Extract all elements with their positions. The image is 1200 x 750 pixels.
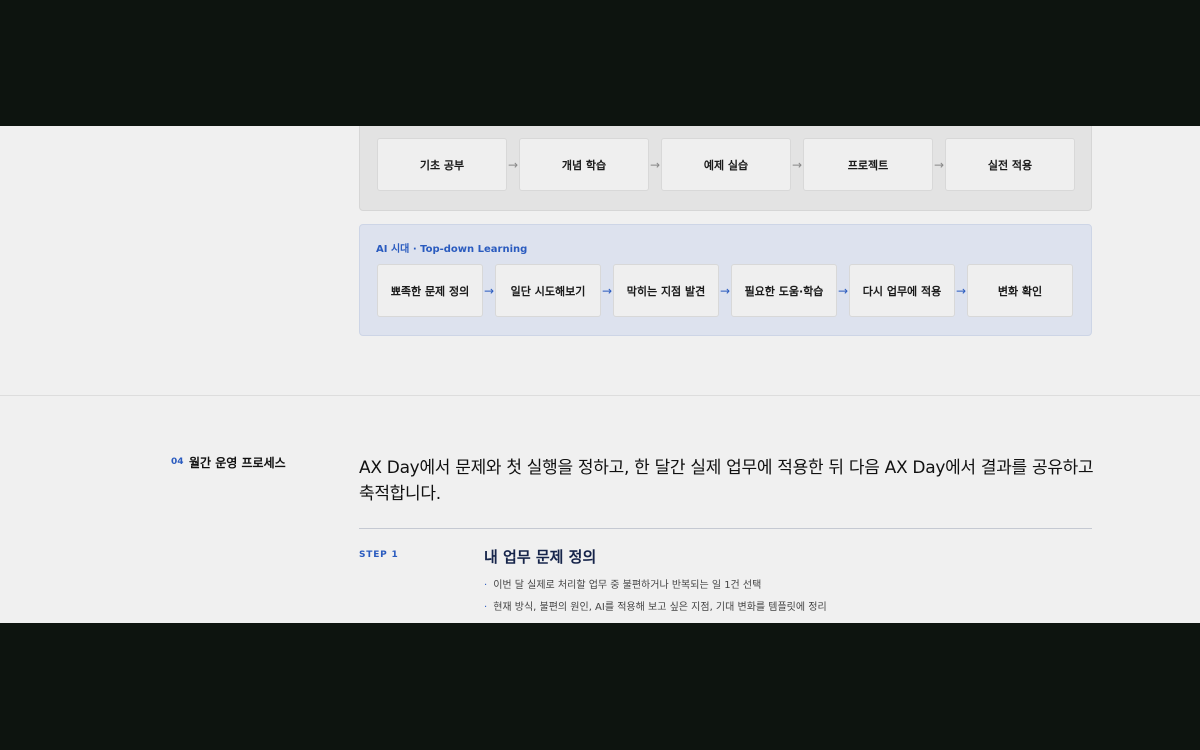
list-item: · 이번 달 실제로 처리할 업무 중 불편하거나 반복되는 일 1건 선택 [484,575,827,597]
ai-flow-title: AI 시대 · Top-down Learning [376,244,528,255]
ai-flow-row: 뾰족한 문제 정의 → 일단 시도해보기 → 막히는 지점 발견 → 필요한 도… [377,264,1073,317]
bullet-dot-icon: · [484,580,488,591]
section-title: 월간 운영 프로세스 [189,456,286,470]
traditional-flow-box: 기초 공부 → 개념 학습 → 예제 실습 → 프로젝트 → 실전 적용 [359,126,1092,211]
ai-step-card: 막히는 지점 발견 [613,264,719,317]
step-bullet-list: · 이번 달 실제로 처리할 업무 중 불편하거나 반복되는 일 1건 선택 · 현… [484,575,827,619]
section-divider [0,395,1200,396]
section-headline: AX Day에서 문제와 첫 실행을 정하고, 한 달간 실제 업무에 적용한 … [359,458,1094,504]
ai-step-card: 뾰족한 문제 정의 [377,264,483,317]
page-viewport[interactable]: 기초 공부 → 개념 학습 → 예제 실습 → 프로젝트 → 실전 적용 AI … [0,126,1200,623]
arrow-right-icon: → [837,283,849,298]
arrow-right-icon: → [601,283,613,298]
ai-step-card: 필요한 도움·학습 [731,264,837,317]
ai-step-card: 다시 업무에 적용 [849,264,955,317]
ai-step-card: 일단 시도해보기 [495,264,601,317]
letterbox-bottom [0,623,1200,750]
bullet-text: 현재 방식, 불편의 원인, AI를 적용해 보고 싶은 지점, 기대 변화를 … [493,602,827,613]
step-title: 내 업무 문제 정의 [484,548,597,566]
traditional-flow-row: 기초 공부 → 개념 학습 → 예제 실습 → 프로젝트 → 실전 적용 [377,138,1075,191]
letterbox-top [0,0,1200,126]
arrow-right-icon: → [719,283,731,298]
traditional-step-card: 실전 적용 [945,138,1075,191]
arrow-right-icon: → [507,157,519,172]
arrow-right-icon: → [649,157,661,172]
traditional-step-card: 기초 공부 [377,138,507,191]
arrow-right-icon: → [933,157,945,172]
traditional-step-card: 예제 실습 [661,138,791,191]
section-number: 04 [171,457,184,467]
arrow-right-icon: → [483,283,495,298]
ai-step-card: 변화 확인 [967,264,1073,317]
traditional-step-card: 개념 학습 [519,138,649,191]
arrow-right-icon: → [955,283,967,298]
step-label: STEP 1 [359,550,399,560]
bullet-text: 이번 달 실제로 처리할 업무 중 불편하거나 반복되는 일 1건 선택 [493,580,762,591]
content-rule [359,528,1092,529]
ai-flow-box: AI 시대 · Top-down Learning 뾰족한 문제 정의 → 일단… [359,224,1092,336]
bullet-dot-icon: · [484,602,488,613]
list-item: · 현재 방식, 불편의 원인, AI를 적용해 보고 싶은 지점, 기대 변화를… [484,597,827,619]
traditional-step-card: 프로젝트 [803,138,933,191]
arrow-right-icon: → [791,157,803,172]
